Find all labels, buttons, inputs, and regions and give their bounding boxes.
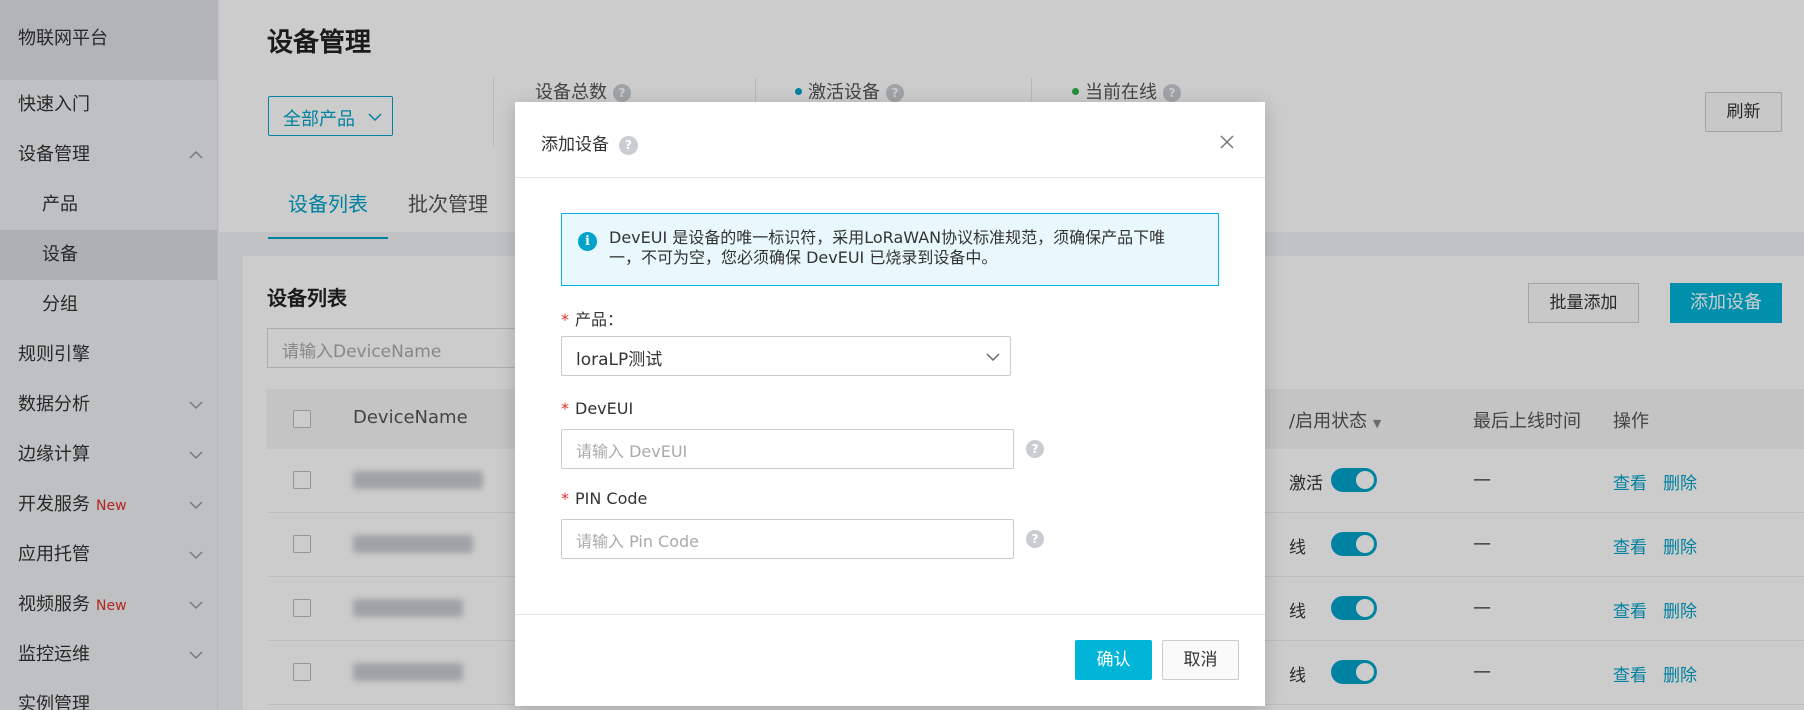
dialog-footer-divider <box>515 614 1265 615</box>
info-alert: i DevEUI 是设备的唯一标识符，采用LoRaWAN协议标准规范，须确保产品… <box>561 213 1219 286</box>
dialog-title-text: 添加设备 <box>541 135 609 155</box>
deveui-input[interactable]: 请输入 DevEUI <box>561 429 1014 469</box>
help-icon[interactable]: ? <box>619 135 638 155</box>
product-label-text: 产品： <box>575 310 624 329</box>
pin-code-input[interactable]: 请输入 Pin Code <box>561 519 1014 559</box>
required-mark: * <box>561 489 569 508</box>
required-mark: * <box>561 310 569 329</box>
required-mark: * <box>561 399 569 418</box>
dialog-title: 添加设备? <box>541 130 638 155</box>
deveui-label-text: DevEUI <box>575 399 634 418</box>
product-select[interactable]: loraLP测试 <box>561 336 1011 376</box>
pin-code-label: * PIN Code <box>561 489 647 508</box>
product-select-value: loraLP测试 <box>576 350 663 370</box>
add-device-dialog: 添加设备? i DevEUI 是设备的唯一标识符，采用LoRaWAN协议标准规范… <box>515 102 1265 706</box>
info-text: DevEUI 是设备的唯一标识符，采用LoRaWAN协议标准规范，须确保产品下唯… <box>609 228 1166 267</box>
info-icon: i <box>578 232 597 251</box>
help-icon[interactable]: ? <box>1026 440 1044 458</box>
help-icon[interactable]: ? <box>1026 530 1044 548</box>
deveui-label: * DevEUI <box>561 399 633 418</box>
close-icon[interactable] <box>1219 134 1235 150</box>
product-label: * 产品： <box>561 306 623 330</box>
dialog-header: 添加设备? <box>515 102 1265 178</box>
chevron-down-icon <box>986 353 1000 362</box>
confirm-button[interactable]: 确认 <box>1075 640 1152 680</box>
cancel-button[interactable]: 取消 <box>1162 640 1239 680</box>
pin-code-label-text: PIN Code <box>575 489 648 508</box>
